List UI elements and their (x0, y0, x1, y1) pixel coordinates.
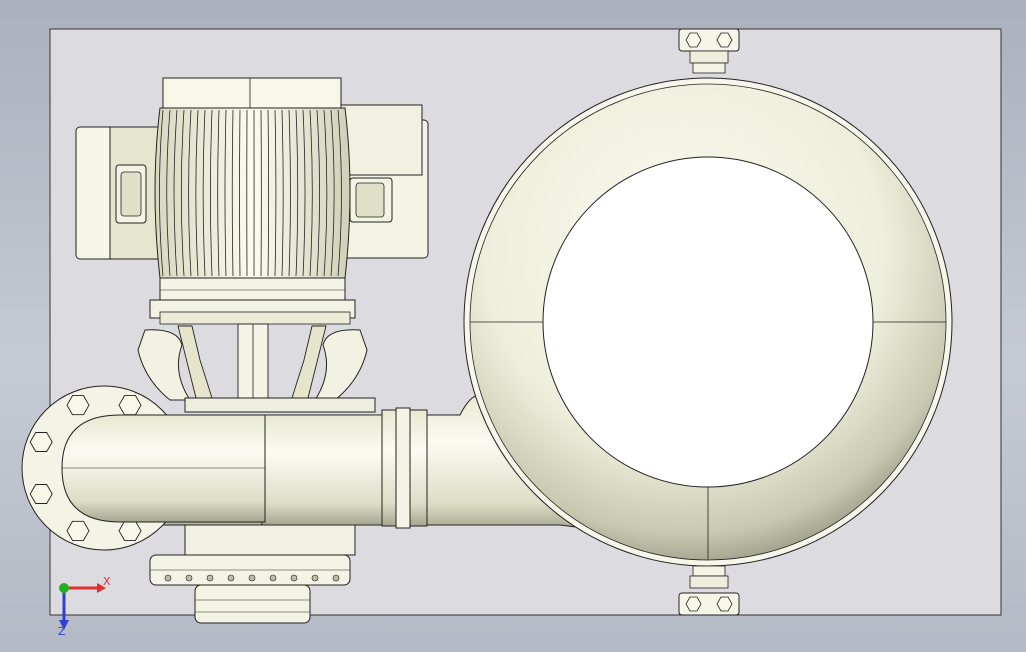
motor-body[interactable] (154, 77, 351, 301)
triad-x-label: X (103, 575, 111, 588)
motor-terminal-box[interactable] (75, 126, 159, 260)
flange-bolt (164, 574, 172, 582)
cad-graphics-viewport[interactable]: X Z (0, 0, 1026, 652)
flange-bolt (185, 574, 193, 582)
flange-bolt (332, 574, 340, 582)
flange-bolt (311, 574, 319, 582)
flange-bolt (269, 574, 277, 582)
volute-casing[interactable] (463, 77, 953, 567)
flange-bolt (227, 574, 235, 582)
flange-bolt (206, 574, 214, 582)
triad-z-label: Z (58, 625, 66, 638)
flange-bolt (248, 574, 256, 582)
motor-lantern-stand[interactable] (137, 299, 376, 413)
flange-bolt-row (164, 574, 340, 582)
flange-bolt (290, 574, 298, 582)
